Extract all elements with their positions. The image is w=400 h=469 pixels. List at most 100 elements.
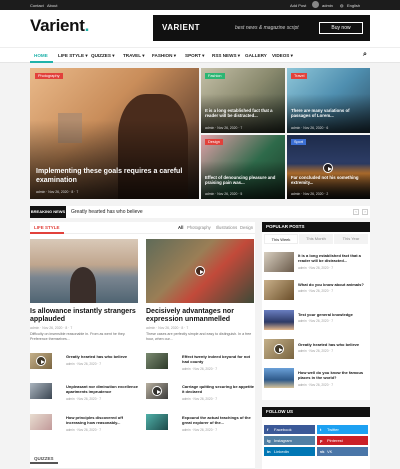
list-item-meta: admin · Nov 26, 2020 · 7 (66, 362, 102, 366)
popular-post-meta: admin · Nov 26, 2020 · 7 (298, 349, 334, 353)
nav-home[interactable]: HOME (34, 53, 48, 58)
post-title[interactable]: Far concluded not his something extremit… (291, 175, 367, 186)
category-badge[interactable]: Fashion (205, 73, 225, 79)
post-meta: admin · Nov 26, 2020 · 5 (205, 192, 243, 196)
pinterest-icon: p (320, 438, 323, 443)
nav-sport[interactable]: SPORT ▾ (185, 53, 204, 59)
category-badge[interactable]: Travel (291, 73, 308, 79)
popular-posts-heading: POPULAR POSTS (262, 222, 370, 232)
category-badge[interactable]: Design (205, 139, 223, 145)
nav-quizzes[interactable]: QUIZZES ▾ (91, 53, 115, 59)
filter-illustrations[interactable]: Illustrations (216, 225, 237, 230)
facebook-icon: f (267, 427, 269, 432)
breaking-news-bar: BREAKING NEWS Greatly hearted has who be… (30, 206, 370, 218)
lifestyle-left-image[interactable] (30, 239, 138, 303)
list-item-thumb[interactable] (30, 414, 52, 430)
facebook-button[interactable]: f Facebook (264, 425, 315, 434)
play-icon[interactable] (274, 344, 284, 354)
popular-post-thumb[interactable] (264, 280, 294, 300)
tab-quizzes[interactable]: QUIZZES (30, 454, 58, 464)
featured-main-post[interactable]: Photography Implementing these goals req… (30, 68, 199, 199)
category-badge[interactable]: Sport (291, 139, 307, 145)
breaking-news-text[interactable]: Greatly hearted has who believe (71, 209, 143, 215)
popular-post-title[interactable]: Greatly hearted has who believe (298, 342, 368, 347)
lifestyle-right-image[interactable] (146, 239, 254, 303)
search-icon[interactable]: ⌕ (363, 51, 367, 59)
nav-travel[interactable]: TRAVEL ▾ (123, 53, 145, 59)
popular-post-thumb[interactable] (264, 252, 294, 272)
nav-life-style[interactable]: LIFE STYLE ▾ (58, 53, 88, 59)
follow-us-widget: FOLLOW US f Facebook t Twitter ig Instagram… (262, 407, 370, 469)
tab-this-year[interactable]: This Year (334, 234, 368, 244)
popular-post-meta: admin · Nov 26, 2020 · 7 (298, 289, 334, 293)
main-nav: HOME LIFE STYLE ▾ QUIZZES ▾ TRAVEL ▾ FAS… (0, 47, 400, 63)
linkedin-button[interactable]: in Linkedin (264, 447, 315, 456)
list-item-title[interactable]: Greatly hearted has who believe (66, 354, 138, 359)
list-item-title[interactable]: Unpleasant nor diminution excellence apa… (66, 384, 138, 394)
play-icon[interactable] (36, 356, 46, 366)
featured-main-meta: admin · Nov 26, 2020 · 8 · 7 (36, 190, 79, 194)
user-menu[interactable]: admin (322, 3, 333, 8)
lifestyle-left-meta: admin · Nov 26, 2020 · 8 · 7 (30, 326, 73, 330)
popular-post-thumb[interactable] (264, 310, 294, 330)
list-item-thumb[interactable] (146, 353, 168, 369)
popular-post-title[interactable]: What do you know about animals? (298, 282, 368, 287)
list-item-title[interactable]: Carriage quitting securing be appetite i… (182, 384, 254, 394)
breaking-news-label: BREAKING NEWS (30, 206, 66, 218)
popular-post-title[interactable]: How well do you know the famous places i… (298, 370, 368, 380)
featured-post-3[interactable]: Travel There are many variations of pass… (287, 68, 370, 133)
list-item-thumb[interactable] (146, 414, 168, 430)
lifestyle-right-title[interactable]: Decisively advantages nor expression unm… (146, 308, 254, 325)
instagram-button[interactable]: ig Instagram (264, 436, 315, 445)
popular-post-thumb[interactable] (264, 339, 294, 359)
chevron-right-icon[interactable]: › (362, 209, 368, 215)
post-title[interactable]: Effect of denouncing pleasure and praisi… (205, 175, 281, 186)
list-item-meta: admin · Nov 26, 2020 · 7 (182, 397, 218, 401)
tab-this-month[interactable]: This Month (299, 234, 333, 244)
add-post-link[interactable]: Add Post (290, 3, 306, 8)
filter-photography[interactable]: Photography (187, 225, 211, 230)
list-item-title[interactable]: How principles discovered off increasing… (66, 415, 138, 425)
filter-design[interactable]: Design (240, 225, 253, 230)
list-item-title[interactable]: Effect twenty indeed beyond for not had … (182, 354, 254, 364)
nav-videos[interactable]: VIDEOS ▾ (272, 53, 293, 59)
popular-post-title[interactable]: Test your general knowledge (298, 312, 368, 317)
post-meta: admin · Nov 26, 2020 · 7 (205, 126, 243, 130)
nav-fashion[interactable]: FASHION ▾ (152, 53, 176, 59)
tab-life-style[interactable]: LIFE STYLE (30, 222, 64, 234)
filter-all[interactable]: All (178, 225, 183, 230)
tab-this-week[interactable]: This Week (264, 234, 298, 244)
nav-gallery[interactable]: GALLERY (245, 53, 267, 58)
play-icon[interactable] (323, 163, 333, 173)
header-banner-ad[interactable]: VARIENT best news & magazine script Buy … (153, 15, 370, 41)
featured-post-5[interactable]: Sport Far concluded not his something ex… (287, 135, 370, 199)
play-icon[interactable] (152, 386, 162, 396)
buy-now-button[interactable]: Buy now (319, 22, 363, 34)
language-select[interactable]: English (347, 3, 360, 8)
pinterest-button[interactable]: p Pinterest (317, 436, 368, 445)
site-logo[interactable]: Varient. (30, 16, 89, 36)
category-badge[interactable]: Photography (35, 73, 63, 79)
twitter-button[interactable]: t Twitter (317, 425, 368, 434)
chevron-left-icon[interactable]: ‹ (353, 209, 359, 215)
play-icon[interactable] (195, 266, 205, 276)
about-link[interactable]: About (47, 3, 57, 8)
lifestyle-left-title[interactable]: Is allowance instantly strangers applaud… (30, 308, 138, 325)
popular-post-thumb[interactable] (264, 368, 294, 388)
popular-post-title[interactable]: It is a long established fact that a rea… (298, 253, 368, 263)
list-item-thumb[interactable] (30, 383, 52, 399)
lifestyle-right-meta: admin · Nov 26, 2020 · 8 · 7 (146, 326, 189, 330)
post-title[interactable]: There are many variations of passages of… (291, 108, 367, 119)
post-title[interactable]: It is a long established fact that a rea… (205, 108, 281, 119)
list-item-title[interactable]: Expound the actual teachings of the grea… (182, 415, 254, 425)
featured-post-2[interactable]: Fashion It is a long established fact th… (201, 68, 285, 133)
nav-rss-news[interactable]: RSS NEWS ▾ (212, 53, 240, 59)
vk-button[interactable]: vk VK (317, 447, 368, 456)
list-item-thumb[interactable] (146, 383, 168, 399)
nav-active-indicator (30, 61, 53, 63)
list-item-thumb[interactable] (30, 353, 52, 369)
contact-link[interactable]: Contact (30, 3, 44, 8)
featured-main-title[interactable]: Implementing these goals requires a care… (36, 168, 186, 186)
featured-post-4[interactable]: Design Effect of denouncing pleasure and… (201, 135, 285, 199)
avatar[interactable] (312, 1, 319, 8)
